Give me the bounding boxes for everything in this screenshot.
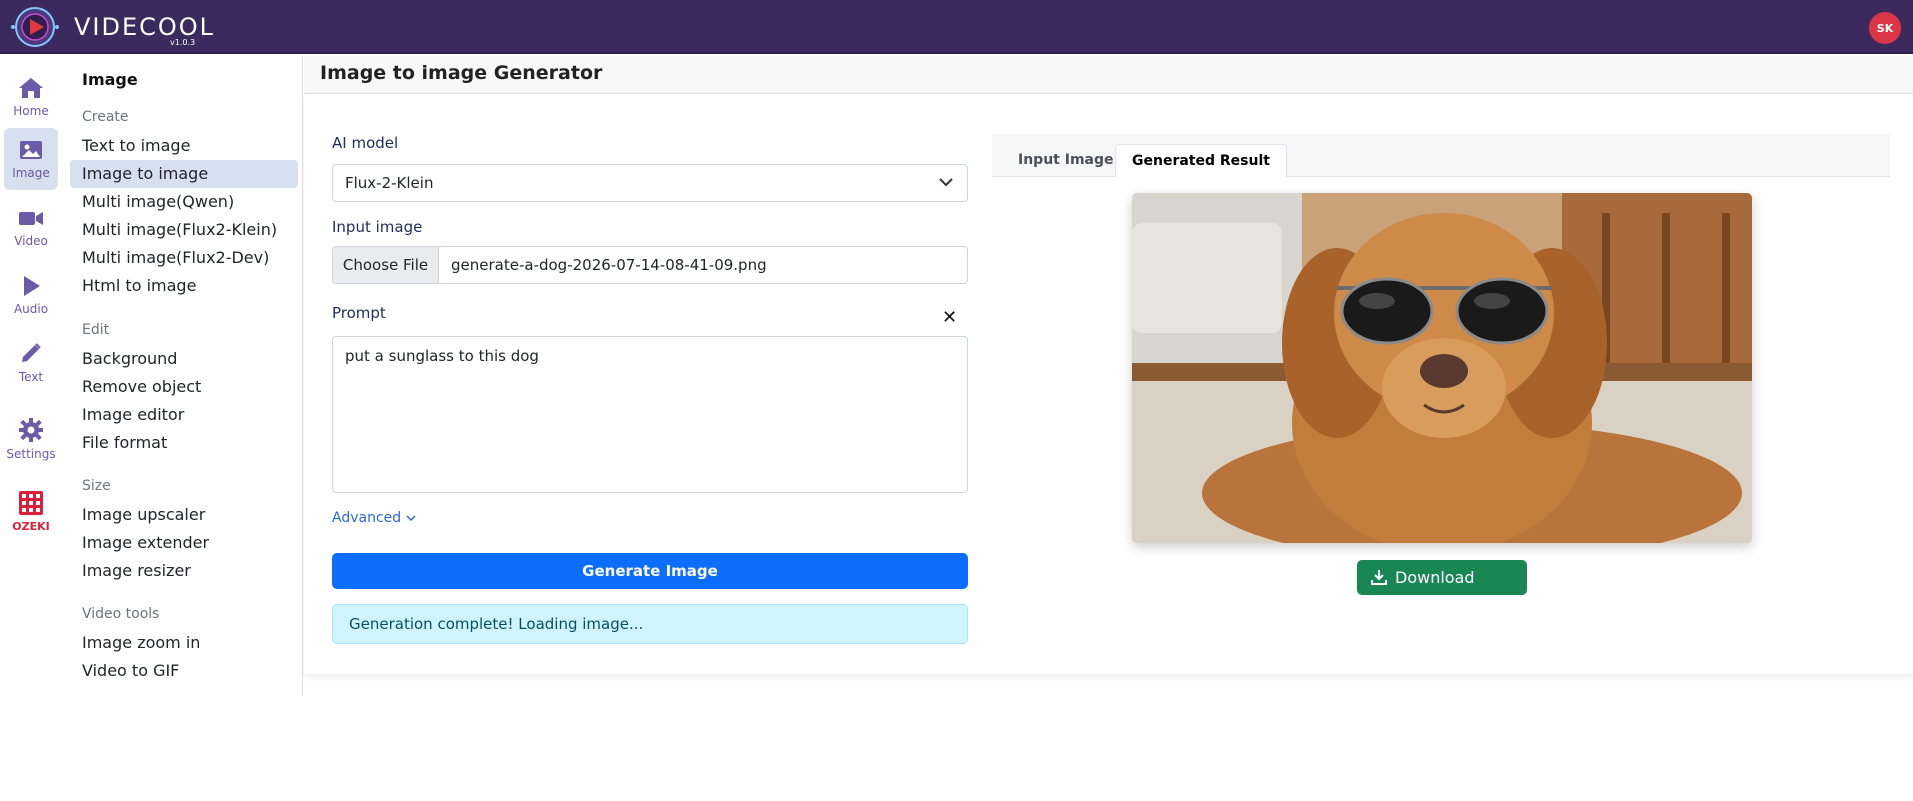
download-image-button[interactable]: Download Image <box>1357 560 1527 622</box>
rail-item-home[interactable]: Home <box>4 66 58 128</box>
rail-label-video: Video <box>14 234 48 248</box>
submenu-item-text-to-image[interactable]: Text to image <box>70 132 298 160</box>
submenu-heading-create: Create <box>82 109 129 125</box>
audio-icon <box>24 276 40 296</box>
model-select-value: Flux-2-Klein <box>345 174 434 192</box>
result-tabs: Input Image Generated Result <box>992 134 1890 177</box>
rail-label-ozeki: OZEKI <box>12 519 50 533</box>
rail-label-audio: Audio <box>13 302 49 316</box>
submenu-item-multi-image-flux2-dev[interactable]: Multi image(Flux2-Dev) <box>70 244 298 272</box>
prompt-textarea[interactable]: put a sunglass to this dog <box>332 336 968 493</box>
clear-prompt-button[interactable]: ✕ <box>942 307 957 328</box>
app-version: v1.0.3 <box>170 38 196 47</box>
chevron-down-icon <box>939 178 953 187</box>
submenu-item-image-upscaler[interactable]: Image upscaler <box>70 501 298 529</box>
submenu-item-background[interactable]: Background <box>70 345 298 373</box>
rail-label-home: Home <box>13 104 49 118</box>
choose-file-button[interactable]: Choose File <box>333 247 439 283</box>
submenu-item-image-resizer[interactable]: Image resizer <box>70 557 298 585</box>
dog-with-sunglasses-image <box>1132 193 1752 543</box>
status-alert: Generation complete! Loading image... <box>332 604 968 644</box>
rail-label-settings: Settings <box>6 447 56 461</box>
rail-label-image: Image <box>12 166 50 180</box>
prompt-label: Prompt <box>332 304 386 322</box>
chevron-down-icon <box>406 515 416 522</box>
submenu-title: Image <box>82 70 138 89</box>
gear-icon <box>19 418 43 442</box>
submenu-item-image-editor[interactable]: Image editor <box>70 401 298 429</box>
file-name: generate-a-dog-2026-07-14-08-41-09.png <box>451 256 767 274</box>
rail-item-video[interactable]: Video <box>4 196 58 258</box>
submenu-item-image-extender[interactable]: Image extender <box>70 529 298 557</box>
submenu-item-file-format[interactable]: File format <box>70 429 298 457</box>
page-header: Image to image Generator <box>304 56 1913 94</box>
pencil-icon <box>22 343 41 362</box>
rail-item-ozeki[interactable]: OZEKI <box>4 480 58 542</box>
top-bar: VIDECOOL v1.0.3 SK <box>0 0 1913 54</box>
model-label: AI model <box>332 134 399 152</box>
page-title: Image to image Generator <box>320 62 603 84</box>
ozeki-icon <box>19 490 43 515</box>
advanced-label: Advanced <box>332 510 402 526</box>
submenu-item-multi-image-qwen[interactable]: Multi image(Qwen) <box>70 188 298 216</box>
icon-rail: Home Image Video Audio Text Settings OZE… <box>0 56 64 696</box>
videcool-logo-icon[interactable] <box>8 6 62 48</box>
download-icon <box>1371 570 1387 585</box>
image-submenu: Image Create Text to image Image to imag… <box>68 56 303 696</box>
submenu-heading-video-tools: Video tools <box>82 606 160 622</box>
submenu-item-remove-object[interactable]: Remove object <box>70 373 298 401</box>
submenu-item-image-to-image[interactable]: Image to image <box>70 160 298 188</box>
submenu-item-video-to-gif[interactable]: Video to GIF <box>70 657 298 685</box>
submenu-heading-edit: Edit <box>82 322 110 338</box>
rail-item-image[interactable]: Image <box>4 128 58 190</box>
rail-item-audio[interactable]: Audio <box>4 264 58 326</box>
rail-item-settings[interactable]: Settings <box>4 408 58 470</box>
tab-input-image[interactable]: Input Image <box>1002 144 1130 177</box>
image-icon <box>20 141 42 159</box>
tab-generated-result[interactable]: Generated Result <box>1115 144 1287 177</box>
advanced-toggle[interactable]: Advanced <box>332 510 416 526</box>
input-image-label: Input image <box>332 218 423 236</box>
rail-label-text: Text <box>18 370 44 384</box>
submenu-item-multi-image-flux2-klein[interactable]: Multi image(Flux2-Klein) <box>70 216 298 244</box>
generated-image <box>1132 193 1752 543</box>
rail-item-text[interactable]: Text <box>4 332 58 394</box>
user-avatar[interactable]: SK <box>1869 12 1901 44</box>
input-image-file[interactable]: Choose File generate-a-dog-2026-07-14-08… <box>332 246 968 284</box>
app-name: VIDECOOL <box>74 13 216 41</box>
submenu-item-html-to-image[interactable]: Html to image <box>70 272 298 300</box>
generate-image-button[interactable]: Generate Image <box>332 553 968 589</box>
submenu-item-image-zoom-in[interactable]: Image zoom in <box>70 629 298 657</box>
home-icon <box>19 78 43 98</box>
model-select[interactable]: Flux-2-Klein <box>332 164 968 202</box>
submenu-heading-size: Size <box>82 478 111 494</box>
video-icon <box>19 212 43 225</box>
